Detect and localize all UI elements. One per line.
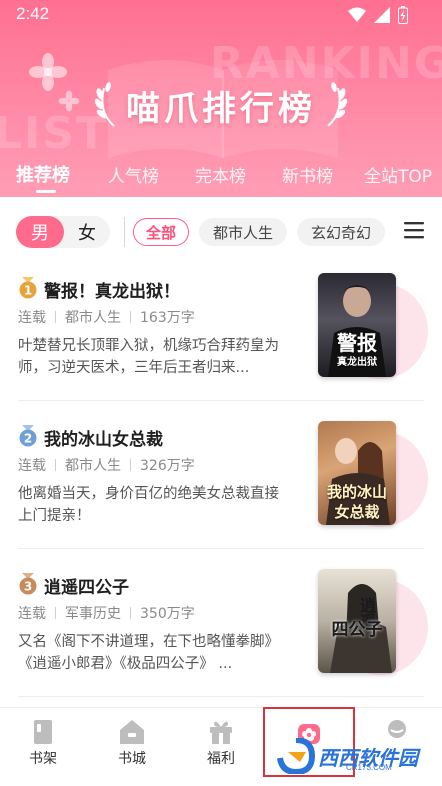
signal-icon [374,7,390,23]
left-laurel-icon [94,82,115,127]
book-cover[interactable]: 警报 真龙出狱 [318,273,396,377]
book-title[interactable]: 我的冰山女总裁 [44,425,163,450]
svg-text:2: 2 [24,432,32,446]
book-status: 连载 [18,458,46,474]
book-title[interactable]: 逍遥四公子 [44,573,129,598]
book-category: 都市人生 [65,310,121,326]
cover-title: 警报 [337,331,377,355]
book-description: 他离婚当天，身价百亿的绝美女总裁直接上门提亲！ [18,486,279,524]
page-title: 喵爪排行榜 [126,88,316,129]
book-category: 军事历史 [65,606,121,622]
status-time: 2:42 [16,4,50,23]
watermark-sub: CR173.COM [346,763,392,772]
book-cover[interactable]: 逍遥 四公子 [318,569,396,673]
book-item[interactable]: 1 警报！真龙出狱！ 连载 都市人生 163万字 叶楚替兄长顶罪入狱，机缘巧合拜… [0,273,442,425]
nav-bookstore[interactable]: 书城 [97,708,167,778]
book-status: 连载 [18,606,46,622]
book-meta: 连载 都市人生 326万字 [18,455,195,475]
site-logo-icon [277,738,316,774]
bookshelf-icon [34,720,52,744]
tab-recommend[interactable]: 推荐榜 [16,161,70,187]
book-item[interactable]: 3 逍遥四公子 连载 军事历史 350万字 又名《阁下不讲道理，在下也略懂拳脚》… [0,569,442,721]
gender-female-button[interactable]: 女 [64,216,110,248]
ranking-header: RANKING LIST 2:42 喵爪排行榜 推荐榜 人气榜 完本榜 新书榜 … [0,0,442,197]
right-laurel-icon [327,82,348,127]
book-cover-wrap[interactable]: 我的冰山 女总裁 [314,421,430,533]
book-meta: 连载 都市人生 163万字 [18,307,195,327]
book-word-count: 326万字 [140,458,195,474]
battery-charging-icon [398,6,408,24]
rank-medal-icon: 2 [19,425,37,447]
tab-site-top[interactable]: 全站TOP [364,162,432,187]
book-category: 都市人生 [65,458,121,474]
book-status: 连载 [18,310,46,326]
book-description: 叶楚替兄长顶罪入狱，机缘巧合拜药皇为师，习逆天医术，三年后王者归来... [18,338,279,376]
book-word-count: 350万字 [140,606,195,622]
tab-new-books[interactable]: 新书榜 [282,162,333,187]
nav-welfare[interactable]: 福利 [186,708,256,778]
tab-completed[interactable]: 完本榜 [195,162,246,187]
tab-popular[interactable]: 人气榜 [108,162,159,187]
nav-label: 书架 [29,751,57,767]
row-divider [18,696,424,697]
ranking-tabs: 推荐榜 人气榜 完本榜 新书榜 全站TOP [0,156,442,196]
active-tab-indicator [36,190,56,193]
status-bar: 2:42 [0,0,442,30]
rank-medal-icon: 3 [19,573,37,595]
chip-fantasy[interactable]: 玄幻奇幻 [297,218,385,246]
status-icons [348,6,408,24]
chip-urban-life[interactable]: 都市人生 [199,218,287,246]
book-word-count: 163万字 [140,310,195,326]
row-divider [18,548,424,549]
gift-icon [210,721,232,744]
chip-all[interactable]: 全部 [133,218,189,246]
book-cover-wrap[interactable]: 逍遥 四公子 [314,569,430,681]
book-meta: 连载 军事历史 350万字 [18,603,195,623]
nav-label: 福利 [207,751,235,767]
nav-label: 书城 [118,751,146,767]
wifi-icon [348,7,366,22]
hamburger-menu-icon[interactable] [402,218,426,242]
svg-text:3: 3 [24,580,32,594]
cover-subtitle: 女总裁 [334,503,380,521]
svg-text:1: 1 [24,284,32,298]
page-title-wrap: 喵爪排行榜 [0,80,442,130]
book-description: 又名《阁下不讲道理，在下也略懂拳脚》《逍遥小郎君》《极品四公子》 ... [18,634,279,672]
rank-medal-icon: 1 [19,277,37,299]
book-item[interactable]: 2 我的冰山女总裁 连载 都市人生 326万字 他离婚当天，身价百亿的绝美女总裁… [0,421,442,573]
book-cover[interactable]: 我的冰山 女总裁 [318,421,396,525]
gender-male-button[interactable]: 男 [16,216,64,248]
filter-divider [124,217,125,247]
cover-subtitle: 四公子 [331,620,383,640]
cover-title: 我的冰山 [326,483,387,501]
nav-bookshelf[interactable]: 书架 [8,708,78,778]
gender-toggle: 男 女 [16,216,110,248]
row-divider [18,400,424,401]
cover-subtitle: 真龙出狱 [337,357,377,368]
home-icon [120,720,144,744]
site-watermark: 西西软件园 CR173.COM [276,736,442,776]
book-cover-wrap[interactable]: 警报 真龙出狱 [314,273,430,385]
book-title[interactable]: 警报！真龙出狱！ [44,277,180,302]
filter-bar: 男 女 全部 都市人生 玄幻奇幻 [0,197,442,267]
